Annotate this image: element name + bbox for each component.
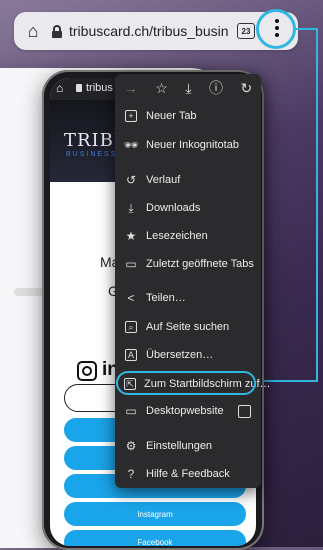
url-text[interactable]: tribuscard.ch/tribus_busine <box>69 23 229 39</box>
refresh-icon[interactable]: ↻ <box>241 80 253 97</box>
arrow-forward-icon[interactable]: → <box>124 80 138 96</box>
menu-item-recent-tabs[interactable]: ▭ Zuletzt geöffnete Tabs <box>115 250 261 278</box>
lock-icon <box>52 24 62 38</box>
menu-item-settings[interactable]: ⚙ Einstellungen <box>115 432 261 460</box>
callout-line <box>296 28 318 30</box>
instagram-link-label: Instagram <box>137 509 173 519</box>
desktop-icon: ▭ <box>125 404 137 418</box>
menu-item-bookmarks[interactable]: ★ Lesezeichen <box>115 222 261 250</box>
tribus-logo-sub: BUSINESS <box>66 151 118 158</box>
menu-item-share[interactable]: < Teilen… <box>115 284 261 312</box>
desktop-site-checkbox[interactable] <box>238 405 251 418</box>
menu-item-history[interactable]: ↺ Verlauf <box>115 166 261 194</box>
help-icon: ? <box>127 467 135 481</box>
instagram-icon[interactable] <box>77 361 97 381</box>
callout-line <box>316 28 318 382</box>
menu-item-new-tab[interactable]: + Neuer Tab <box>115 102 261 130</box>
menu-item-downloads[interactable]: ⤓ Downloads <box>115 194 261 222</box>
home-icon[interactable]: ⌂ <box>20 18 46 44</box>
info-icon[interactable]: ⓘ <box>209 78 223 98</box>
find-in-page-icon: ⌕ <box>124 320 138 334</box>
menu-item-translate[interactable]: A Übersetzen… <box>115 341 261 369</box>
incognito-icon: 🕶 <box>123 138 139 152</box>
share-icon: < <box>127 291 135 305</box>
download-icon[interactable]: ⤓ <box>185 80 191 97</box>
star-icon[interactable]: ☆ <box>155 80 168 97</box>
browser-menu: → ☆ ⤓ ⓘ ↻ + Neuer Tab 🕶 Neuer Inkognitot… <box>115 74 271 488</box>
menu-item-find-in-page[interactable]: ⌕ Auf Seite suchen <box>115 313 261 341</box>
phone-url[interactable]: tribus <box>86 82 113 94</box>
lock-icon <box>76 84 82 92</box>
instagram-link-button[interactable]: Instagram <box>64 502 246 526</box>
facebook-link-button[interactable]: Facebook <box>64 530 246 546</box>
menu-item-desktop-site[interactable]: ▭ Desktopwebsite <box>115 397 261 425</box>
history-icon: ↺ <box>125 173 137 187</box>
gear-icon: ⚙ <box>125 439 137 453</box>
facebook-link-label: Facebook <box>137 537 173 547</box>
menu-item-incognito[interactable]: 🕶 Neuer Inkognitotab <box>115 131 261 159</box>
home-icon[interactable]: ⌂ <box>56 81 63 95</box>
tab-count-button[interactable]: 23 <box>237 23 255 39</box>
star-icon: ★ <box>125 229 137 243</box>
menu-toolbar: → ☆ ⤓ ⓘ ↻ <box>115 74 261 102</box>
recent-tabs-icon: ▭ <box>125 257 137 271</box>
plus-box-icon: + <box>124 109 138 123</box>
translate-icon: A <box>124 348 138 362</box>
menu-button-highlight <box>256 9 296 49</box>
menu-item-help[interactable]: ? Hilfe & Feedback <box>115 460 261 488</box>
downloads-icon: ⤓ <box>128 200 134 215</box>
add-to-home-highlight <box>116 371 256 395</box>
